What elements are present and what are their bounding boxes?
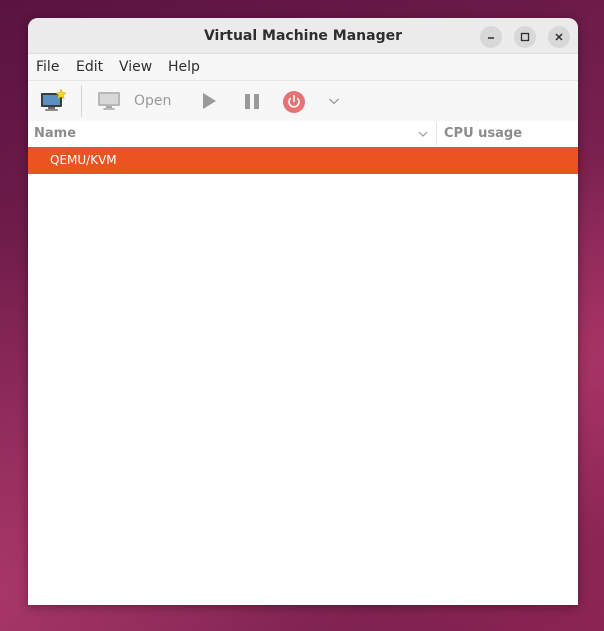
toolbar: Open [28,80,578,121]
open-button-label[interactable]: Open [134,81,171,121]
menu-edit[interactable]: Edit [76,54,103,80]
column-header-cpu-usage[interactable]: CPU usage [444,121,522,147]
shutdown-menu-button[interactable] [326,93,342,109]
toolbar-separator [81,85,82,117]
new-vm-icon [41,88,67,111]
column-separator [436,123,437,145]
close-button[interactable] [548,26,570,48]
power-icon [283,91,305,113]
open-button-icon[interactable] [97,90,121,112]
title-bar[interactable]: Virtual Machine Manager [28,18,578,54]
list-header: Name CPU usage [28,121,578,147]
shutdown-button[interactable] [282,90,306,114]
menu-view[interactable]: View [119,54,152,80]
pause-button[interactable] [241,90,263,112]
column-header-name[interactable]: Name [34,121,76,147]
menu-help[interactable]: Help [168,54,200,80]
menu-bar: File Edit View Help [28,54,578,80]
monitor-icon [98,92,120,110]
close-icon [555,33,563,41]
new-vm-button[interactable] [39,88,67,114]
sort-chevron-icon[interactable] [417,128,429,140]
chevron-down-icon [329,98,339,105]
connection-list[interactable]: Name CPU usage QEMU/KVM [28,121,578,605]
list-item-qemu-kvm[interactable]: QEMU/KVM [28,147,578,174]
menu-file[interactable]: File [36,54,59,80]
run-button[interactable] [198,90,220,112]
virt-manager-window: Virtual Machine Manager File Edit View H… [28,18,578,605]
maximize-icon [520,32,530,42]
list-item-label: QEMU/KVM [50,153,117,167]
minimize-button[interactable] [480,26,502,48]
maximize-button[interactable] [514,26,536,48]
minimize-icon [488,37,494,39]
pause-icon [245,94,259,109]
play-icon [203,93,216,109]
